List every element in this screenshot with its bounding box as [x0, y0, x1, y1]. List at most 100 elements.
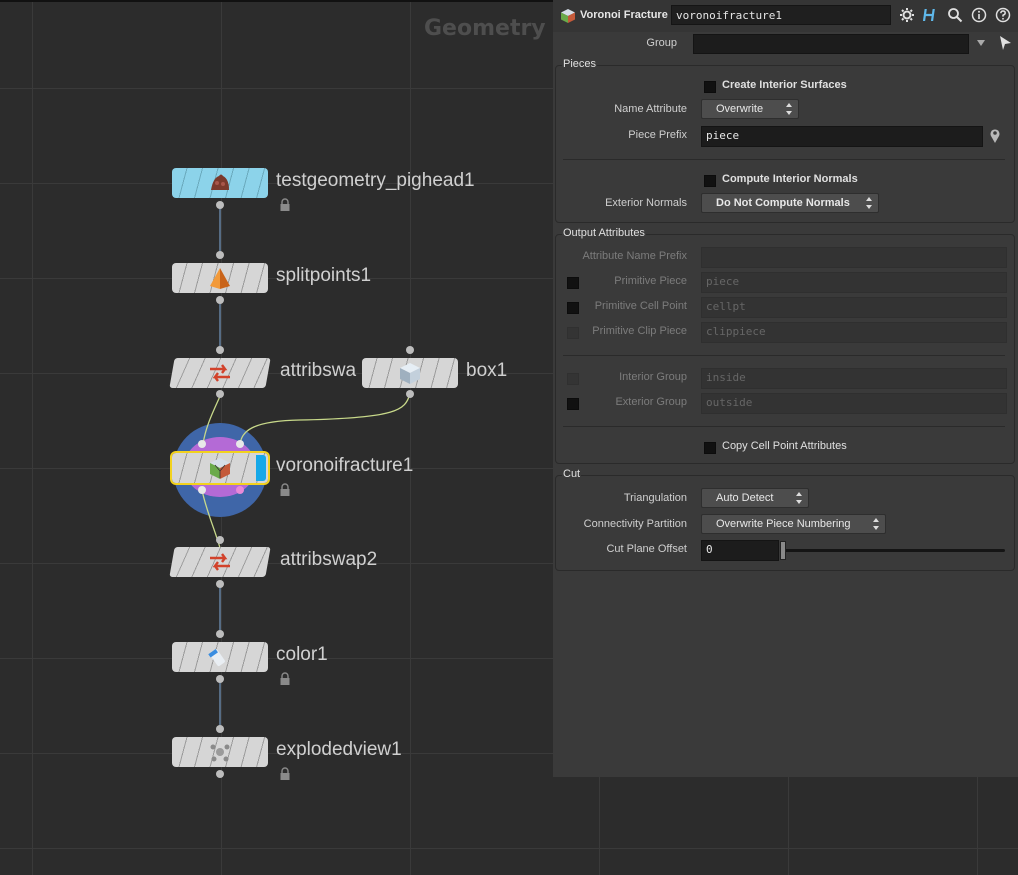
- lock-icon[interactable]: [278, 767, 292, 781]
- info-icon[interactable]: [971, 7, 987, 23]
- name-attribute-value: Overwrite: [716, 103, 764, 115]
- output-attributes-folder: [555, 234, 1015, 464]
- parameter-header: Voronoi Fracture voronoifracture1: [553, 0, 1018, 32]
- input-port[interactable]: [236, 440, 244, 448]
- output-port[interactable]: [198, 486, 206, 494]
- pieces-folder-title: Pieces: [562, 58, 598, 70]
- input-port[interactable]: [406, 346, 414, 354]
- connectivity-partition-value: Overwrite Piece Numbering: [716, 518, 851, 530]
- connectivity-partition-menu[interactable]: Overwrite Piece Numbering: [701, 514, 886, 534]
- group-dropdown-icon[interactable]: [976, 37, 986, 49]
- attribute-name-prefix-field[interactable]: [701, 247, 1007, 268]
- copy-cell-point-attributes-checkbox[interactable]: [704, 442, 716, 454]
- gear-icon[interactable]: [899, 7, 915, 23]
- swap-arrows-icon: [210, 364, 230, 382]
- voronoi-fracture-op-icon[interactable]: [560, 8, 576, 24]
- cut-plane-offset-field[interactable]: 0: [701, 540, 779, 561]
- primitive-cell-point-field[interactable]: cellpt: [701, 297, 1007, 318]
- triangulation-label: Triangulation: [623, 492, 687, 504]
- menu-arrows-icon: [786, 103, 792, 115]
- node-label: attribswa: [280, 360, 357, 381]
- primitive-piece-field[interactable]: piece: [701, 272, 1007, 293]
- operator-type-label: Voronoi Fracture: [580, 9, 668, 21]
- cut-plane-offset-slider-track[interactable]: [783, 549, 1005, 552]
- output-separator-1: [563, 355, 1005, 356]
- triangulation-menu[interactable]: Auto Detect: [701, 488, 809, 508]
- swap-arrows-icon: [210, 553, 230, 571]
- cut-plane-offset-slider-handle[interactable]: [780, 541, 786, 560]
- node-label: color1: [276, 644, 328, 665]
- node-label: box1: [466, 360, 508, 381]
- group-field[interactable]: [693, 34, 969, 54]
- output-port[interactable]: [216, 296, 224, 304]
- primitive-clip-piece-field[interactable]: clippiece: [701, 322, 1007, 343]
- pin-icon[interactable]: [989, 128, 1001, 144]
- node-testgeometry-pighead1[interactable]: testgeometry_pighead1: [172, 168, 475, 211]
- menu-arrows-icon: [796, 492, 802, 504]
- group-label: Group: [646, 37, 677, 49]
- output-attributes-folder-title: Output Attributes: [562, 227, 646, 239]
- node-voronoifracture1[interactable]: voronoifracture1: [172, 453, 413, 496]
- question-icon[interactable]: [995, 7, 1011, 23]
- pighead-icon: [211, 174, 229, 190]
- search-icon[interactable]: [947, 7, 963, 23]
- node-explodedview1[interactable]: explodedview1: [172, 737, 402, 780]
- name-attribute-menu[interactable]: Overwrite: [701, 99, 799, 119]
- output-port[interactable]: [236, 486, 244, 494]
- create-interior-surfaces-checkbox[interactable]: [704, 81, 716, 93]
- node-box1[interactable]: box1: [362, 358, 507, 388]
- cut-folder-title: Cut: [562, 468, 582, 480]
- output-port[interactable]: [216, 390, 224, 398]
- pieces-separator: [563, 159, 1005, 160]
- exterior-group-label: Exterior Group: [615, 396, 687, 408]
- primitive-cell-point-label: Primitive Cell Point: [594, 300, 687, 312]
- node-splitpoints1[interactable]: splitpoints1: [172, 263, 371, 293]
- paint-tube-icon: [208, 649, 225, 666]
- pyramid-icon: [210, 268, 230, 289]
- piece-prefix-field[interactable]: piece: [701, 126, 983, 147]
- input-port[interactable]: [216, 346, 224, 354]
- lock-icon[interactable]: [278, 672, 292, 686]
- name-attribute-label: Name Attribute: [614, 103, 687, 115]
- input-port[interactable]: [198, 440, 206, 448]
- node-attribswap2[interactable]: attribswap2: [169, 547, 377, 577]
- lock-icon[interactable]: [278, 483, 292, 497]
- output-port[interactable]: [216, 201, 224, 209]
- select-arrow-icon[interactable]: [998, 35, 1012, 51]
- input-port[interactable]: [216, 536, 224, 544]
- output-separator-2: [563, 426, 1005, 427]
- exploded-icon: [210, 744, 230, 762]
- output-port[interactable]: [216, 770, 224, 778]
- fracture-cube-icon: [210, 458, 230, 479]
- triangulation-value: Auto Detect: [716, 492, 774, 504]
- piece-prefix-label: Piece Prefix: [628, 129, 687, 141]
- node-name-field[interactable]: voronoifracture1: [671, 5, 891, 25]
- node-attribswap1[interactable]: attribswa: [169, 358, 356, 388]
- node-label: voronoifracture1: [276, 455, 414, 476]
- houdini-help-icon[interactable]: [923, 7, 939, 23]
- interior-group-label: Interior Group: [619, 371, 687, 383]
- input-port[interactable]: [216, 630, 224, 638]
- primitive-piece-label: Primitive Piece: [614, 275, 687, 287]
- input-port[interactable]: [216, 251, 224, 259]
- output-port[interactable]: [406, 390, 414, 398]
- display-flag[interactable]: [256, 455, 266, 481]
- create-interior-surfaces-label: Create Interior Surfaces: [722, 79, 847, 91]
- node-label: testgeometry_pighead1: [276, 170, 475, 191]
- exterior-normals-menu[interactable]: Do Not Compute Normals: [701, 193, 879, 213]
- lock-icon[interactable]: [278, 198, 292, 212]
- menu-arrows-icon: [873, 518, 879, 530]
- node-label: attribswap2: [280, 549, 378, 570]
- compute-interior-normals-checkbox[interactable]: [704, 175, 716, 187]
- cube-icon: [400, 363, 420, 384]
- input-port[interactable]: [216, 725, 224, 733]
- primitive-clip-piece-label: Primitive Clip Piece: [592, 325, 687, 337]
- output-port[interactable]: [216, 580, 224, 588]
- connectivity-partition-label: Connectivity Partition: [583, 518, 687, 530]
- menu-arrows-icon: [866, 197, 872, 209]
- exterior-group-field[interactable]: outside: [701, 393, 1007, 414]
- interior-group-field[interactable]: inside: [701, 368, 1007, 389]
- output-port[interactable]: [216, 675, 224, 683]
- node-color1[interactable]: color1: [172, 642, 328, 685]
- node-label: splitpoints1: [276, 265, 372, 286]
